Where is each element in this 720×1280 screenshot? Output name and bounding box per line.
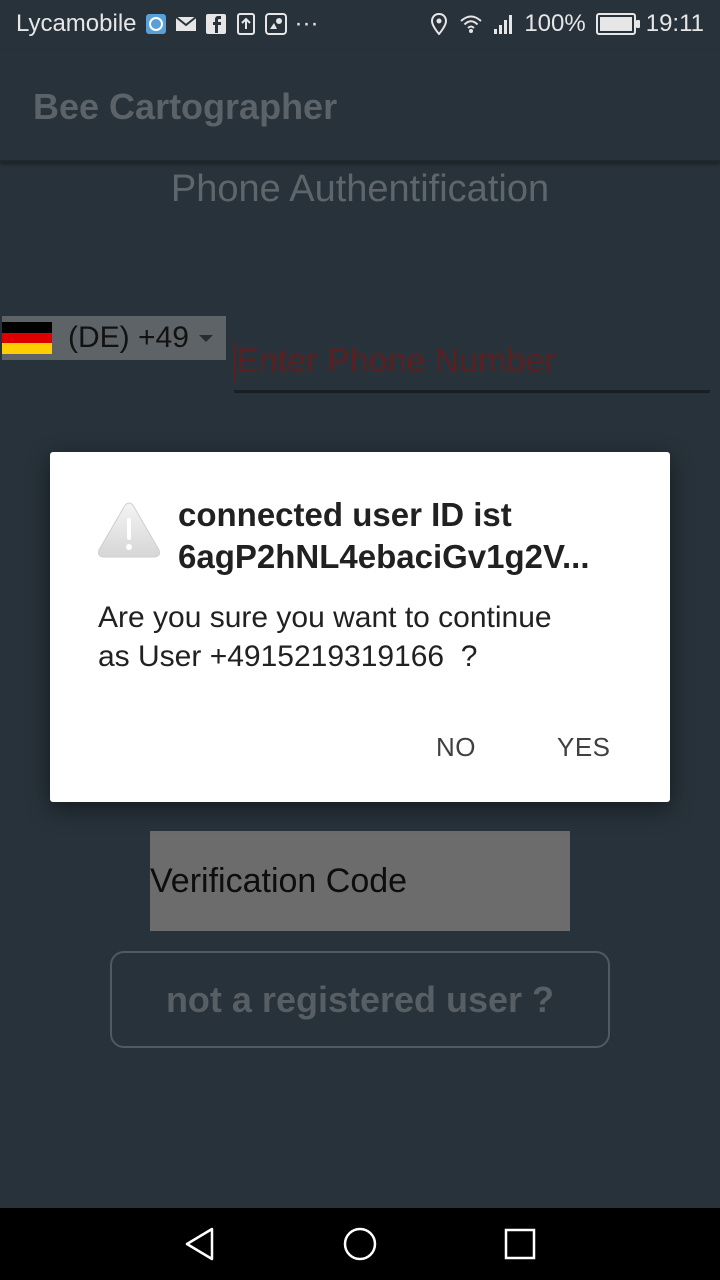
- dialog-title: connected user ID ist 6agP2hNL4ebaciGv1g…: [178, 494, 638, 578]
- recents-icon[interactable]: [502, 1226, 538, 1262]
- warning-icon: [98, 502, 160, 558]
- navigation-bar: [0, 1208, 720, 1280]
- carrier-name: Lycamobile: [16, 10, 137, 37]
- status-bar-right: 100% 19:11: [428, 10, 704, 38]
- dialog-message: Are you sure you want to continue as Use…: [98, 598, 618, 676]
- not-registered-button[interactable]: not a registered user ?: [110, 951, 610, 1048]
- flag-stripe-red: [2, 332, 52, 344]
- dialog-message-line-2: as User +4915219319166 ?: [98, 640, 478, 673]
- country-code-picker[interactable]: (DE) +49: [2, 316, 226, 360]
- battery-icon: [595, 13, 640, 35]
- mail-icon: [174, 16, 197, 31]
- more-notifications-icon: ···: [294, 10, 319, 37]
- phone-number-input[interactable]: Enter Phone Number: [234, 336, 710, 393]
- dialog-title-line-2: 6agP2hNL4ebaciGv1g2V...: [178, 538, 590, 575]
- flag-stripe-black: [2, 322, 52, 333]
- confirm-user-dialog: connected user ID ist 6agP2hNL4ebaciGv1g…: [50, 452, 670, 802]
- vpn-icon: [145, 14, 166, 34]
- germany-flag-icon: [2, 322, 52, 355]
- app-bar: Bee Cartographer: [0, 50, 720, 162]
- screen-title: Phone Authentification: [170, 168, 550, 210]
- verification-code-label: Verification Code: [150, 861, 408, 900]
- signal-icon: [494, 15, 513, 34]
- dialog-message-line-1: Are you sure you want to continue: [98, 601, 552, 634]
- battery-fill: [599, 17, 632, 31]
- phone-number-placeholder: Enter Phone Number: [236, 342, 556, 380]
- app-title: Bee Cartographer: [33, 86, 338, 127]
- location-share-icon: [264, 13, 287, 35]
- wifi-icon: [460, 15, 482, 33]
- not-registered-label: not a registered user ?: [165, 978, 555, 1020]
- dialog-title-line-1: connected user ID ist: [178, 496, 512, 533]
- no-button[interactable]: NO: [426, 726, 486, 769]
- clock: 19:11: [645, 10, 704, 37]
- home-icon[interactable]: [342, 1226, 378, 1262]
- status-bar-left: Lycamobile ···: [16, 10, 319, 38]
- back-icon[interactable]: [182, 1226, 218, 1262]
- dropdown-caret-icon: [198, 334, 213, 342]
- verification-code-field[interactable]: Verification Code: [150, 831, 570, 931]
- battery-percent: 100%: [524, 10, 586, 37]
- upload-icon: [236, 13, 255, 35]
- status-bar: Lycamobile ··· 100% 19:11: [0, 0, 720, 50]
- flag-stripe-gold: [2, 343, 52, 355]
- location-icon: [431, 13, 448, 35]
- country-code-label: (DE) +49: [68, 321, 189, 354]
- facebook-icon: [205, 14, 226, 34]
- yes-button[interactable]: YES: [547, 726, 621, 769]
